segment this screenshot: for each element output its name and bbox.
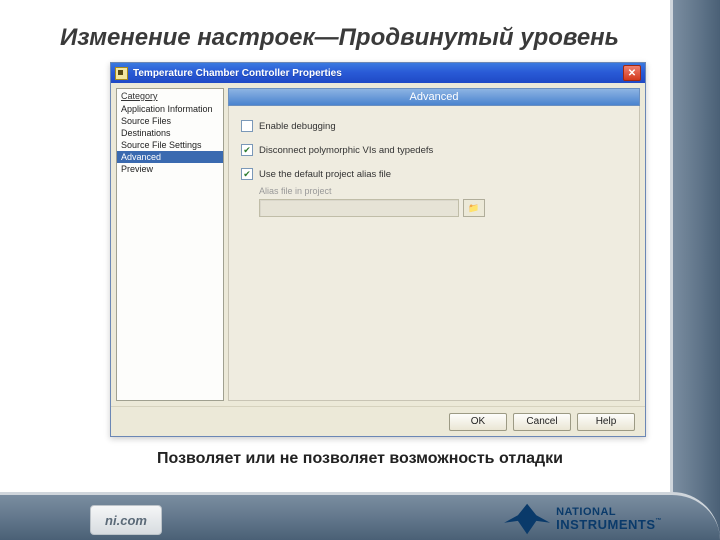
ni-com-badge: ni.com bbox=[90, 505, 162, 535]
main-panel: Advanced Enable debugging ✔ Disconnect p… bbox=[228, 88, 640, 401]
properties-dialog: Temperature Chamber Controller Propertie… bbox=[110, 62, 646, 437]
category-item-application-information[interactable]: Application Information bbox=[117, 103, 223, 115]
alias-file-label: Alias file in project bbox=[259, 186, 627, 196]
alias-file-input[interactable] bbox=[259, 199, 459, 217]
slide-caption: Позволяет или не позволяет возможность о… bbox=[0, 450, 720, 468]
ni-logo-text: NATIONAL INSTRUMENTS™ bbox=[556, 507, 662, 531]
category-list: Category Application Information Source … bbox=[116, 88, 224, 401]
category-header: Category bbox=[117, 89, 223, 103]
cancel-button[interactable]: Cancel bbox=[513, 413, 571, 431]
alias-file-row: 📁 bbox=[259, 199, 627, 217]
panel-content: Enable debugging ✔ Disconnect polymorphi… bbox=[228, 106, 640, 401]
checkbox-row-disconnect-polymorphic: ✔ Disconnect polymorphic VIs and typedef… bbox=[241, 144, 627, 156]
checkbox-disconnect-polymorphic[interactable]: ✔ bbox=[241, 144, 253, 156]
category-item-advanced[interactable]: Advanced bbox=[117, 151, 223, 163]
titlebar-text: Temperature Chamber Controller Propertie… bbox=[133, 68, 623, 79]
checkbox-label: Enable debugging bbox=[259, 121, 336, 132]
titlebar[interactable]: Temperature Chamber Controller Propertie… bbox=[111, 63, 645, 83]
dialog-body: Category Application Information Source … bbox=[111, 83, 645, 406]
checkbox-enable-debugging[interactable] bbox=[241, 120, 253, 132]
help-button[interactable]: Help bbox=[577, 413, 635, 431]
ni-eagle-icon bbox=[504, 500, 550, 538]
logo-line-2: INSTRUMENTS™ bbox=[556, 518, 662, 531]
checkbox-row-enable-debugging: Enable debugging bbox=[241, 120, 627, 132]
category-item-source-files[interactable]: Source Files bbox=[117, 115, 223, 127]
category-item-destinations[interactable]: Destinations bbox=[117, 127, 223, 139]
category-item-preview[interactable]: Preview bbox=[117, 163, 223, 175]
checkbox-row-use-default-alias: ✔ Use the default project alias file bbox=[241, 168, 627, 180]
panel-header: Advanced bbox=[228, 88, 640, 106]
close-button[interactable]: ✕ bbox=[623, 65, 641, 81]
ok-button[interactable]: OK bbox=[449, 413, 507, 431]
browse-button[interactable]: 📁 bbox=[463, 199, 485, 217]
checkbox-label: Disconnect polymorphic VIs and typedefs bbox=[259, 145, 433, 156]
close-icon: ✕ bbox=[628, 68, 636, 79]
slide-title: Изменение настроек—Продвинутый уровень bbox=[60, 24, 619, 52]
checkbox-use-default-alias[interactable]: ✔ bbox=[241, 168, 253, 180]
folder-icon: 📁 bbox=[468, 203, 479, 214]
checkbox-label: Use the default project alias file bbox=[259, 169, 391, 180]
category-item-source-file-settings[interactable]: Source File Settings bbox=[117, 139, 223, 151]
ni-logo: NATIONAL INSTRUMENTS™ bbox=[504, 500, 662, 538]
dialog-button-bar: OK Cancel Help bbox=[111, 406, 645, 436]
app-icon bbox=[115, 67, 128, 80]
